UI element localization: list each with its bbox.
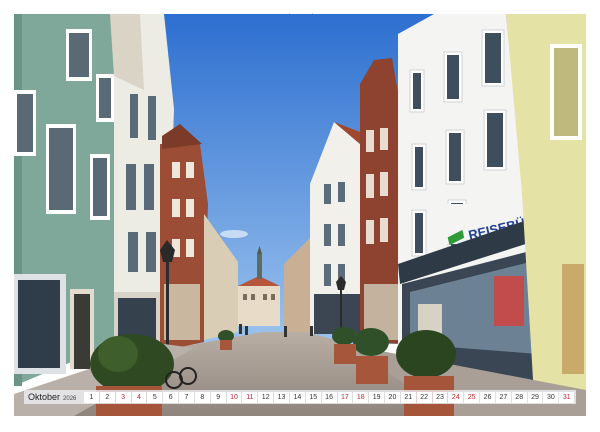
day-cell: 31 (559, 391, 575, 403)
day-cell: 30 (543, 391, 559, 403)
day-cell: 28 (511, 391, 527, 403)
day-cell: 13 (274, 391, 289, 403)
day-cell: 10 (226, 391, 242, 403)
day-cell: 23 (432, 391, 448, 403)
day-cell: 25 (464, 391, 480, 403)
day-cell: 9 (210, 391, 226, 403)
day-cell: 29 (527, 391, 543, 403)
day-cell: 6 (163, 391, 179, 403)
brick-building-right (360, 58, 404, 344)
day-cell: 19 (369, 391, 385, 403)
month-label: Oktober 2026 (24, 392, 84, 402)
day-cell: 26 (480, 391, 495, 403)
day-cell: 15 (305, 391, 321, 403)
calendar-photo: REISEBÜRO (14, 14, 586, 416)
month-name: Oktober (28, 392, 61, 402)
day-cell: 2 (99, 391, 115, 403)
day-cell: 4 (131, 391, 147, 403)
day-cell: 1 (84, 391, 99, 403)
green-house (14, 14, 114, 386)
planter-left-far (218, 330, 234, 350)
day-cell: 3 (115, 391, 131, 403)
day-cell: 22 (416, 391, 432, 403)
day-cell: 21 (400, 391, 416, 403)
day-cell: 5 (147, 391, 163, 403)
planter-right-mid (353, 328, 389, 384)
day-cell: 20 (385, 391, 400, 403)
day-cell: 17 (337, 391, 353, 403)
calendar-strip: Oktober 2026 1 2 3 4 5 6 7 8 9 10 11 12 13 14 15 16 17 18… (24, 390, 576, 404)
street-scene: REISEBÜRO (14, 14, 586, 416)
day-cell: 24 (448, 391, 464, 403)
day-cell: 27 (495, 391, 511, 403)
planter-right-far (332, 327, 356, 364)
year-label: 2026 (63, 396, 77, 402)
day-cell: 18 (353, 391, 369, 403)
day-cell: 11 (242, 391, 258, 403)
day-cell: 8 (194, 391, 210, 403)
day-cell: 16 (321, 391, 337, 403)
day-cells: 1 2 3 4 5 6 7 8 9 10 11 12 13 14 15 16 17 18 19 20 21 22 23 24 2… (84, 391, 576, 403)
day-cell: 14 (289, 391, 305, 403)
day-cell: 12 (258, 391, 274, 403)
day-cell: 7 (179, 391, 194, 403)
cloud (220, 230, 248, 238)
